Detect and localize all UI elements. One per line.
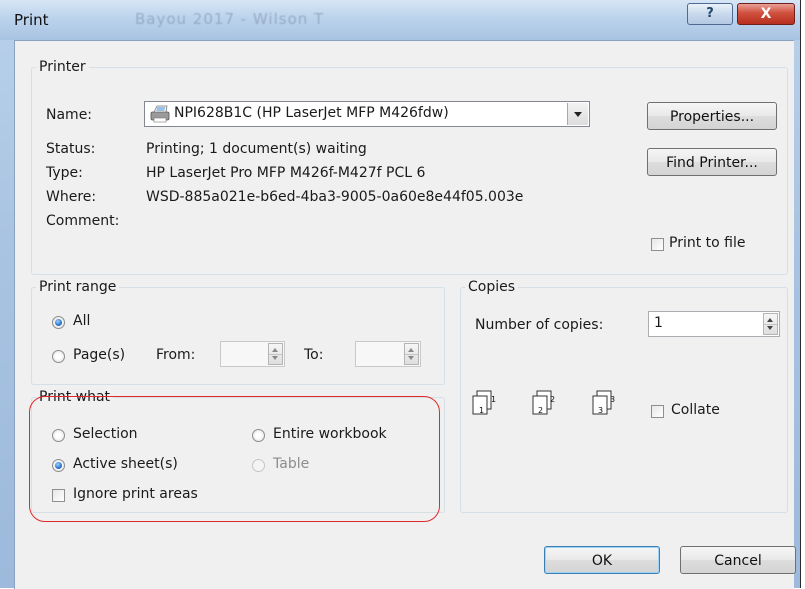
where-value: WSD-885a021e-b6ed-4ba3-9005-0a60e8e44f05…	[146, 189, 524, 205]
from-label: From:	[156, 347, 196, 363]
svg-text:3: 3	[610, 395, 615, 404]
title-bar[interactable]: Print Bayou 2017 - Wilson T ? X	[0, 0, 800, 40]
to-stepper-arrows[interactable]	[404, 343, 419, 365]
print-what-highlight	[29, 396, 440, 522]
name-label: Name:	[46, 107, 93, 123]
chevron-down-icon[interactable]	[567, 103, 588, 125]
comment-label: Comment:	[46, 213, 120, 229]
svg-text:3: 3	[598, 406, 603, 415]
print-to-file-checkbox[interactable]	[651, 238, 664, 251]
printer-name-select[interactable]: NPI628B1C (HP LaserJet MFP M426fdw)	[144, 101, 590, 127]
svg-text:2: 2	[538, 406, 543, 415]
close-button[interactable]: X	[737, 3, 795, 25]
background-window-title: Bayou 2017 - Wilson T	[135, 10, 325, 28]
svg-text:1: 1	[479, 406, 484, 415]
type-label: Type:	[46, 165, 83, 181]
print-dialog-window: Print Bayou 2017 - Wilson T ? X Printer …	[0, 0, 801, 589]
print-range-group: Print range	[31, 279, 445, 385]
type-value: HP LaserJet Pro MFP M426f-M427f PCL 6	[146, 165, 426, 181]
status-label: Status:	[46, 141, 96, 157]
ok-button[interactable]: OK	[544, 546, 660, 574]
svg-text:1: 1	[491, 395, 496, 404]
help-button[interactable]: ?	[687, 3, 733, 25]
page-stack-1-icon: 1 1	[472, 390, 496, 415]
svg-text:2: 2	[550, 395, 555, 404]
where-label: Where:	[46, 189, 97, 205]
copies-legend: Copies	[468, 279, 516, 295]
copies-stepper[interactable]: 1	[648, 311, 780, 337]
find-printer-button[interactable]: Find Printer...	[647, 148, 777, 176]
pages-radio[interactable]	[52, 350, 65, 363]
window-title: Print	[14, 11, 49, 29]
copies-stepper-arrows[interactable]	[763, 313, 778, 335]
pages-label: Page(s)	[73, 347, 126, 363]
from-page-stepper[interactable]	[220, 341, 285, 367]
all-label: All	[73, 313, 91, 329]
print-range-legend: Print range	[39, 279, 117, 295]
dialog-client-area: Printer Name: NPI628B1C (HP LaserJet MFP…	[14, 40, 796, 589]
all-radio[interactable]	[52, 316, 65, 329]
properties-button[interactable]: Properties...	[647, 102, 777, 130]
cancel-button[interactable]: Cancel	[680, 546, 796, 574]
copies-value: 1	[654, 315, 663, 331]
page-stack-3-icon: 3 3	[592, 390, 615, 415]
printer-group-legend: Printer	[39, 59, 86, 75]
to-page-stepper[interactable]	[355, 341, 421, 367]
collate-checkbox[interactable]	[651, 405, 664, 418]
help-icon: ?	[706, 6, 714, 21]
number-of-copies-label: Number of copies:	[475, 317, 604, 333]
to-label: To:	[304, 347, 324, 363]
from-stepper-arrows[interactable]	[268, 343, 283, 365]
collate-pages-icon: 1 1 2 2 3 3	[472, 390, 615, 415]
close-icon: X	[760, 6, 772, 22]
page-stack-2-icon: 2 2	[532, 390, 555, 415]
printer-icon	[150, 105, 170, 123]
print-to-file-label: Print to file	[669, 235, 746, 251]
status-value: Printing; 1 document(s) waiting	[146, 141, 367, 157]
collate-label: Collate	[671, 402, 720, 418]
printer-name-value: NPI628B1C (HP LaserJet MFP M426fdw)	[174, 105, 449, 121]
